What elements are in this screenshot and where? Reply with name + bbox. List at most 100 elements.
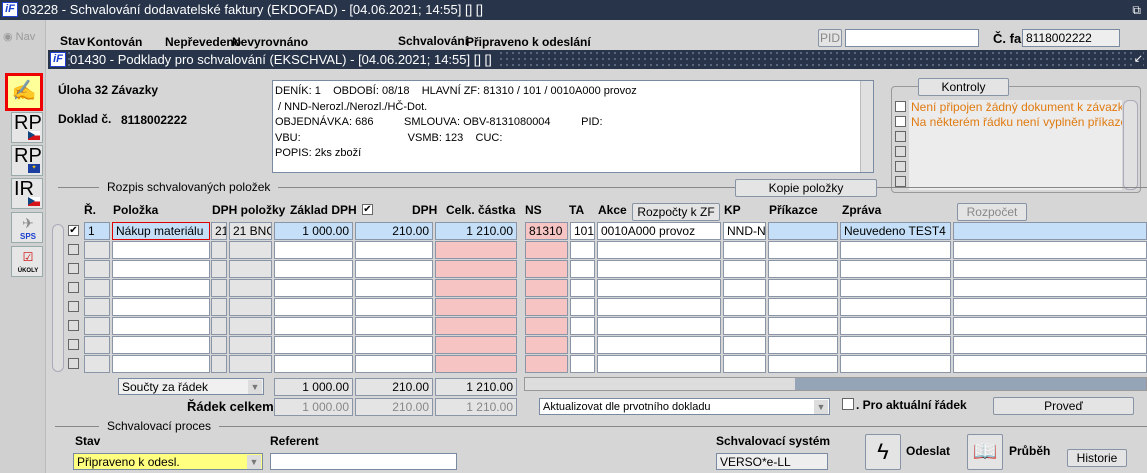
- cell-dph[interactable]: [211, 298, 227, 316]
- row-checkbox[interactable]: [68, 282, 79, 293]
- items-horizontal-scrollbar[interactable]: [524, 377, 1147, 391]
- cell-celk[interactable]: 1 210.00: [435, 222, 517, 240]
- kontrola-checkbox[interactable]: [895, 131, 906, 142]
- cell-r[interactable]: [84, 336, 110, 354]
- cell-prikazce[interactable]: [768, 355, 838, 373]
- cell-celk[interactable]: [435, 260, 517, 278]
- cell-kp[interactable]: [723, 260, 766, 278]
- progress-book-icon[interactable]: 📖: [967, 434, 1003, 470]
- cell-extra[interactable]: [953, 355, 1147, 373]
- copy-item-button[interactable]: Kopie položky: [735, 179, 877, 197]
- kontrola-checkbox[interactable]: [895, 161, 906, 172]
- scrollbar-thumb[interactable]: [525, 378, 795, 390]
- row-checkbox[interactable]: ✔: [68, 225, 79, 236]
- cell-celk[interactable]: [435, 241, 517, 259]
- cell-dph-pol[interactable]: [229, 241, 272, 259]
- cell-r[interactable]: [84, 260, 110, 278]
- cell-polozka[interactable]: [112, 279, 210, 297]
- cell-extra[interactable]: [953, 279, 1147, 297]
- ir-cz-icon[interactable]: IR: [11, 178, 43, 209]
- cell-prikazce[interactable]: [768, 222, 838, 240]
- cell-zaklad[interactable]: 1 000.00: [274, 222, 353, 240]
- cell-extra[interactable]: [953, 317, 1147, 335]
- cell-prikazce[interactable]: [768, 336, 838, 354]
- cell-zaklad[interactable]: [274, 355, 353, 373]
- cell-ta[interactable]: 101: [570, 222, 595, 240]
- cell-ta[interactable]: [570, 298, 595, 316]
- cell-zaklad[interactable]: [274, 279, 353, 297]
- cell-akce[interactable]: [597, 355, 721, 373]
- cell-kp[interactable]: [723, 336, 766, 354]
- cell-dph-pol[interactable]: [229, 355, 272, 373]
- row-checkbox[interactable]: [68, 358, 79, 369]
- cell-akce[interactable]: [597, 317, 721, 335]
- cell-celk[interactable]: [435, 355, 517, 373]
- cell-r[interactable]: [84, 241, 110, 259]
- cell-ns[interactable]: [525, 336, 568, 354]
- kontroly-button[interactable]: Kontroly: [918, 78, 1009, 96]
- rozpocet-button[interactable]: Rozpočet: [957, 203, 1027, 221]
- cell-prikazce[interactable]: [768, 298, 838, 316]
- tasks-icon[interactable]: ☑ ÚKOLY: [11, 246, 43, 277]
- kontrola-item[interactable]: Není připojen žádný dokument k závazku a…: [911, 100, 1122, 115]
- minimize-window-icon[interactable]: ↙: [1133, 50, 1143, 69]
- cell-kp[interactable]: [723, 317, 766, 335]
- cell-polozka[interactable]: [112, 317, 210, 335]
- rp-eu-icon[interactable]: RP ✦: [11, 145, 43, 176]
- cell-akce[interactable]: [597, 279, 721, 297]
- cell-celk[interactable]: [435, 336, 517, 354]
- row-checkbox[interactable]: [68, 263, 79, 274]
- kontrola-item[interactable]: Na některém řádku není vyplněn příkazce: [911, 115, 1122, 130]
- cell-extra[interactable]: [953, 260, 1147, 278]
- rozpocty-k-zf-button[interactable]: Rozpočty k ZF: [632, 203, 720, 221]
- cell-dph-pol[interactable]: [229, 317, 272, 335]
- cell-dph-val[interactable]: [355, 241, 433, 259]
- cell-dph-pol[interactable]: 21 BNO: [229, 222, 272, 240]
- cell-dph-val[interactable]: [355, 279, 433, 297]
- rp-cz-icon[interactable]: RP: [11, 112, 43, 143]
- send-label[interactable]: Odeslat: [906, 444, 950, 458]
- update-mode-dropdown[interactable]: Aktualizovat dle prvotního dokladu ▼: [539, 398, 830, 415]
- cell-dph[interactable]: [211, 260, 227, 278]
- row-checkbox[interactable]: [68, 339, 79, 350]
- cell-polozka[interactable]: [112, 336, 210, 354]
- cell-ns[interactable]: [525, 298, 568, 316]
- cell-zprava[interactable]: [840, 317, 951, 335]
- cell-ns[interactable]: 81310: [525, 222, 568, 240]
- cell-extra[interactable]: [953, 241, 1147, 259]
- approve-pen-icon[interactable]: ✍: [5, 73, 43, 111]
- cell-akce[interactable]: [597, 241, 721, 259]
- cell-prikazce[interactable]: [768, 260, 838, 278]
- items-vertical-scrollbar[interactable]: [52, 224, 64, 372]
- cell-dph-val[interactable]: [355, 355, 433, 373]
- cell-ns[interactable]: [525, 279, 568, 297]
- cell-polozka[interactable]: [112, 298, 210, 316]
- cell-dph-pol[interactable]: [229, 298, 272, 316]
- history-button[interactable]: Historie: [1067, 449, 1127, 467]
- cell-dph[interactable]: [211, 336, 227, 354]
- cell-ns[interactable]: [525, 355, 568, 373]
- cell-kp[interactable]: [723, 241, 766, 259]
- cell-ta[interactable]: [570, 260, 595, 278]
- cell-extra[interactable]: [953, 336, 1147, 354]
- kontroly-scrollbar[interactable]: [1123, 100, 1138, 190]
- kontrola-checkbox[interactable]: [895, 116, 906, 127]
- pid-button[interactable]: PID: [818, 29, 842, 47]
- cell-r[interactable]: [84, 355, 110, 373]
- cell-dph-val[interactable]: [355, 260, 433, 278]
- restore-window-icon[interactable]: ⧉: [1132, 0, 1141, 20]
- cell-ta[interactable]: [570, 279, 595, 297]
- send-lightning-icon[interactable]: ϟ: [865, 434, 901, 470]
- cell-akce[interactable]: 0010A000 provoz: [597, 222, 721, 240]
- cell-akce[interactable]: [597, 298, 721, 316]
- cell-extra[interactable]: [953, 298, 1147, 316]
- cell-akce[interactable]: [597, 336, 721, 354]
- cell-polozka[interactable]: [112, 241, 210, 259]
- progress-label[interactable]: Průběh: [1009, 444, 1050, 458]
- referent-input[interactable]: [270, 453, 457, 470]
- cell-zprava[interactable]: [840, 241, 951, 259]
- row-checkbox[interactable]: [68, 320, 79, 331]
- cell-r[interactable]: [84, 298, 110, 316]
- cell-zaklad[interactable]: [274, 260, 353, 278]
- cell-dph-val[interactable]: [355, 317, 433, 335]
